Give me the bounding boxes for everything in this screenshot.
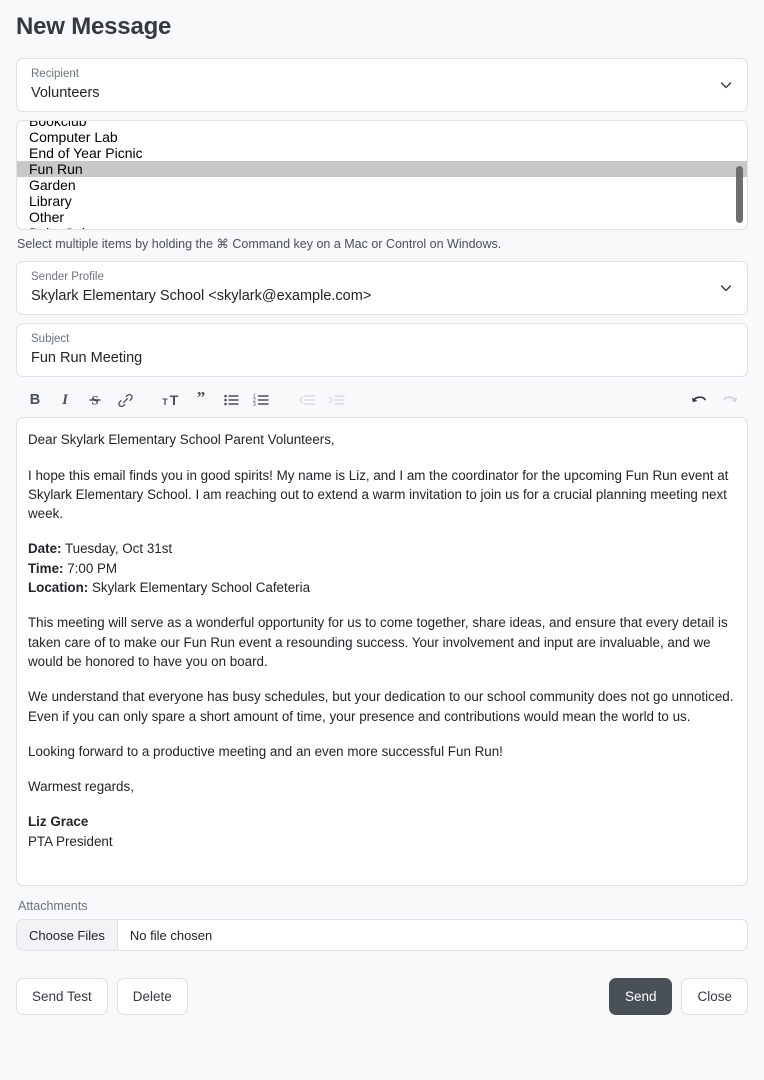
close-button[interactable]: Close: [681, 978, 748, 1016]
body-date-line: Date: Tuesday, Oct 31st: [28, 539, 736, 558]
sender-profile-select[interactable]: Sender Profile Skylark Elementary School…: [16, 261, 748, 316]
list-item-selected[interactable]: Fun Run: [17, 160, 747, 177]
chevron-down-icon: [719, 281, 733, 295]
date-label: Date:: [28, 541, 62, 557]
sender-profile-label: Sender Profile: [31, 271, 104, 284]
send-test-button[interactable]: Send Test: [16, 978, 108, 1016]
time-value: 7:00 PM: [63, 560, 118, 576]
strikethrough-button[interactable]: S: [80, 386, 110, 414]
location-value: Skylark Elementary School Cafeteria: [88, 580, 311, 596]
attachments-label: Attachments: [18, 899, 88, 914]
outdent-icon[interactable]: [292, 386, 322, 414]
list-item[interactable]: Bake Sale: [17, 225, 747, 229]
message-body-editor[interactable]: Dear Skylark Elementary School Parent Vo…: [16, 417, 748, 887]
body-purpose: This meeting will serve as a wonderful o…: [28, 615, 728, 669]
redo-icon[interactable]: [714, 386, 744, 414]
body-closing-line: Looking forward to a productive meeting …: [28, 743, 503, 759]
footer-actions: Send Test Delete Send Close: [16, 951, 748, 1016]
sender-profile-value: Skylark Elementary School <skylark@examp…: [31, 288, 372, 305]
list-item[interactable]: End of Year Picnic: [17, 145, 747, 161]
time-label: Time:: [28, 560, 64, 576]
listbox-scrollbar[interactable]: [736, 165, 743, 223]
bold-button[interactable]: B: [20, 386, 50, 414]
recipient-label: Recipient: [31, 67, 79, 80]
listbox-help-text: Select multiple items by holding the ⌘ C…: [17, 236, 502, 251]
body-schedules: We understand that everyone has busy sch…: [28, 689, 734, 724]
link-icon[interactable]: [110, 386, 140, 414]
groups-listbox-options: Bookclub Computer Lab End of Year Picnic…: [17, 121, 747, 229]
editor-toolbar: B I S T T ” 1 2 3: [16, 383, 748, 417]
body-signoff: Warmest regards,: [28, 779, 134, 795]
list-item[interactable]: Library: [17, 193, 747, 209]
numbered-list-icon[interactable]: 1 2 3: [246, 386, 276, 414]
svg-text:”: ”: [197, 392, 206, 407]
file-status-text: No file chosen: [129, 927, 213, 943]
subject-label: Subject: [31, 333, 70, 346]
body-greeting: Dear Skylark Elementary School Parent Vo…: [28, 432, 335, 448]
recipient-value: Volunteers: [31, 84, 100, 101]
signature-title: PTA President: [28, 833, 113, 849]
list-item[interactable]: Bookclub: [17, 121, 747, 129]
chevron-down-icon: [719, 78, 733, 92]
list-item[interactable]: Computer Lab: [17, 129, 747, 145]
send-button[interactable]: Send: [608, 978, 673, 1016]
body-time-line: Time: 7:00 PM: [28, 559, 736, 578]
body-location-line: Location: Skylark Elementary School Cafe…: [28, 578, 736, 597]
list-item[interactable]: Garden: [17, 177, 747, 193]
svg-text:T: T: [162, 397, 168, 407]
recipient-select[interactable]: Recipient Volunteers: [16, 57, 748, 112]
italic-button[interactable]: I: [50, 386, 80, 414]
undo-icon[interactable]: [684, 386, 714, 414]
choose-files-button[interactable]: Choose Files: [17, 920, 118, 951]
body-intro: I hope this email finds you in good spir…: [28, 467, 729, 522]
list-item[interactable]: Other: [17, 209, 747, 225]
indent-icon[interactable]: [322, 386, 352, 414]
delete-button[interactable]: Delete: [116, 978, 188, 1016]
new-message-page: New Message Recipient Volunteers Bookclu…: [0, 0, 764, 1016]
bullet-list-icon[interactable]: [216, 386, 246, 414]
svg-text:T: T: [170, 392, 179, 408]
quote-button[interactable]: ”: [186, 386, 216, 414]
groups-listbox[interactable]: Bookclub Computer Lab End of Year Picnic…: [16, 119, 748, 230]
signature-name-text: Liz Grace: [28, 814, 89, 830]
svg-text:3: 3: [253, 402, 256, 408]
subject-field[interactable]: Subject Fun Run Meeting: [16, 323, 748, 378]
location-label: Location:: [28, 580, 89, 596]
subject-input[interactable]: Fun Run Meeting: [31, 349, 733, 367]
attachments-file-input[interactable]: Choose Files No file chosen: [16, 919, 748, 952]
date-value: Tuesday, Oct 31st: [61, 541, 173, 557]
text-size-icon[interactable]: T T: [156, 386, 186, 414]
signature-name: Liz Grace: [28, 812, 736, 831]
page-title: New Message: [16, 13, 172, 40]
